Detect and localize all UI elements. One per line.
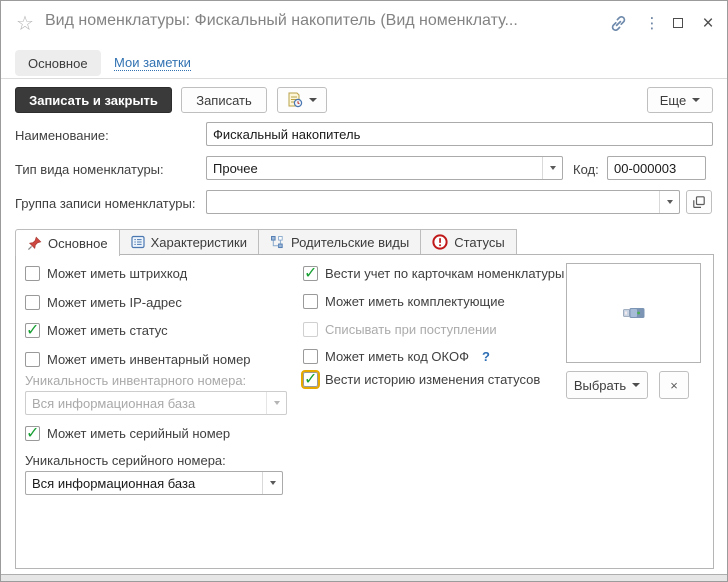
save-button[interactable]: Записать — [181, 87, 267, 113]
serial-uniqueness-value: Вся информационная база — [32, 475, 196, 491]
checkbox-label: Может иметь IP-адрес — [47, 294, 182, 310]
more-button[interactable]: Еще — [647, 87, 713, 113]
checkbox-label: Может иметь комплектующие — [325, 293, 505, 309]
serial-uniqueness-combo[interactable]: Вся информационная база — [25, 471, 283, 495]
tab-characteristics[interactable]: Характеристики — [119, 229, 259, 255]
checkbox-can-have-serial-number[interactable]: Может иметь серийный номер — [25, 423, 231, 443]
checkbox-label: Может иметь инвентарный номер — [47, 351, 251, 367]
checkbox-box — [301, 369, 320, 389]
type-field-label: Тип вида номенклатуры: — [15, 162, 164, 177]
inventory-uniqueness-label: Уникальность инвентарного номера: — [25, 373, 247, 388]
checkbox-box — [25, 320, 40, 340]
checkbox-box — [25, 423, 40, 443]
change-history-button[interactable] — [277, 87, 327, 113]
checkbox-box — [25, 351, 40, 367]
okof-help-icon[interactable]: ? — [482, 349, 490, 364]
checkbox-keep-status-change-history[interactable]: Вести историю изменения статусов — [301, 369, 541, 389]
save-label: Записать — [196, 92, 252, 108]
form-list-icon — [130, 235, 145, 249]
pushpin-icon — [27, 236, 42, 251]
group-combo[interactable] — [206, 190, 680, 214]
clear-image-button[interactable]: × — [659, 371, 689, 399]
checkbox-can-have-status[interactable]: Может иметь статус — [25, 320, 168, 340]
save-and-close-button[interactable]: Записать и закрыть — [15, 87, 172, 113]
inventory-uniqueness-value: Вся информационная база — [32, 395, 196, 411]
maximize-icon[interactable] — [667, 13, 689, 33]
chevron-down-icon — [309, 98, 317, 102]
chevron-down-icon — [666, 200, 673, 204]
code-input[interactable] — [607, 156, 706, 180]
checkbox-can-have-okof-code[interactable]: Может иметь код ОКОФ ? — [303, 347, 490, 365]
group-field-label: Группа записи номенклатуры: — [15, 196, 196, 211]
clear-image-label: × — [670, 377, 678, 393]
tab-parent-kinds-label: Родительские виды — [290, 234, 410, 250]
checkbox-can-have-inventory-number[interactable]: Может иметь инвентарный номер — [25, 350, 251, 368]
type-combo[interactable]: Прочее — [206, 156, 563, 180]
kebab-menu-icon[interactable]: ⋮ — [641, 13, 663, 33]
chevron-down-icon — [273, 401, 280, 405]
checkbox-label: Списывать при поступлении — [325, 321, 497, 337]
window-bottom-strip — [1, 574, 727, 581]
serial-uniqueness-dropdown-button[interactable] — [262, 472, 282, 494]
star-icon[interactable]: ☆ — [16, 11, 34, 36]
checkbox-box — [25, 294, 40, 310]
serial-uniqueness-label: Уникальность серийного номера: — [25, 453, 226, 468]
nav-link-my-notes[interactable]: Мои заметки — [114, 55, 191, 71]
window-nomenclature-kind: ☆ Вид номенклатуры: Фискальный накопител… — [0, 0, 728, 582]
tab-parent-kinds[interactable]: Родительские виды — [258, 229, 422, 255]
hierarchy-icon — [270, 235, 285, 250]
inventory-uniqueness-dropdown-button — [266, 392, 286, 414]
inventory-uniqueness-combo: Вся информационная база — [25, 391, 287, 415]
tab-statuses[interactable]: Статусы — [421, 229, 517, 255]
name-input[interactable] — [206, 122, 713, 146]
chevron-down-icon — [632, 383, 641, 387]
chevron-down-icon — [269, 481, 276, 485]
group-combo-dropdown-button[interactable] — [659, 191, 679, 213]
checkbox-can-have-components[interactable]: Может иметь комплектующие — [303, 292, 505, 310]
tab-main[interactable]: Основное — [15, 229, 120, 256]
item-image-box[interactable] — [566, 263, 701, 363]
select-image-button[interactable]: Выбрать — [566, 371, 648, 399]
type-combo-value: Прочее — [213, 160, 258, 176]
checkbox-can-have-barcode[interactable]: Может иметь штрихкод — [25, 264, 187, 282]
code-field-label: Код: — [573, 162, 599, 177]
checkbox-box — [303, 263, 318, 283]
checkbox-box — [303, 348, 318, 364]
checkbox-write-off-on-receipt: Списывать при поступлении — [303, 320, 497, 338]
checkbox-label: Может иметь штрихкод — [47, 265, 188, 281]
chevron-down-icon — [692, 98, 701, 102]
group-open-button[interactable] — [686, 190, 712, 214]
save-and-close-label: Записать и закрыть — [29, 92, 158, 108]
checkbox-box — [25, 265, 40, 281]
close-icon[interactable]: × — [697, 13, 719, 33]
checkbox-label: Может иметь статус — [47, 322, 168, 338]
page-tabs: Основное Характеристики Родительские вид… — [15, 229, 517, 256]
checkbox-label: Вести учет по карточкам номенклатуры — [325, 265, 565, 281]
checkbox-label: Может иметь серийный номер — [47, 425, 231, 441]
checkbox-box — [303, 321, 318, 337]
select-image-label: Выбрать — [573, 377, 627, 393]
tab-characteristics-label: Характеристики — [150, 234, 247, 250]
tab-main-label: Основное — [48, 235, 108, 251]
tab-statuses-label: Статусы — [454, 234, 505, 250]
checkbox-label: Может иметь код ОКОФ — [325, 348, 469, 364]
usb-flash-drive-image — [622, 307, 645, 319]
open-window-icon — [693, 196, 705, 208]
nav-tab-main[interactable]: Основное — [15, 50, 101, 76]
chevron-down-icon — [549, 166, 556, 170]
checkbox-can-have-ip-address[interactable]: Может иметь IP-адрес — [25, 293, 182, 311]
alert-circle-icon — [432, 234, 448, 250]
name-field-label: Наименование: — [15, 128, 109, 143]
divider — [1, 78, 727, 79]
checkbox-box — [303, 293, 318, 309]
document-clock-icon — [287, 92, 303, 108]
link-icon[interactable] — [607, 13, 629, 33]
type-combo-dropdown-button[interactable] — [542, 157, 562, 179]
window-title: Вид номенклатуры: Фискальный накопитель … — [45, 12, 518, 29]
checkbox-track-by-item-cards[interactable]: Вести учет по карточкам номенклатуры — [303, 263, 565, 283]
more-label: Еще — [659, 92, 687, 108]
checkbox-label: Вести историю изменения статусов — [325, 371, 541, 387]
